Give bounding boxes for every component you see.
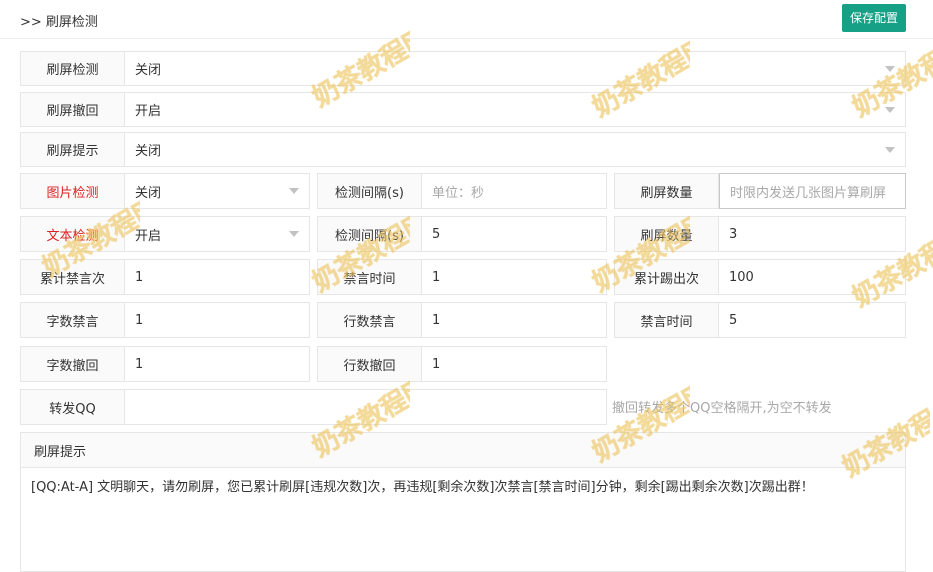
kick-accum-input[interactable]: 100	[719, 260, 905, 294]
mute-time-input[interactable]: 1	[422, 260, 606, 294]
text-interval-input[interactable]: 5	[422, 217, 606, 251]
line-recall-input[interactable]: 1	[422, 347, 606, 381]
image-interval-input[interactable]: 单位：秒	[422, 174, 606, 208]
row-recall: 刷屏撤回 开启	[20, 92, 906, 127]
detect-select[interactable]: 关闭	[125, 52, 905, 85]
prompt-label: 刷屏提示	[21, 133, 125, 166]
page-header: >> 刷屏检测 保存配置	[0, 0, 933, 39]
prompt-text-textarea[interactable]: [QQ:At-A] 文明聊天，请勿刷屏，您已累计刷屏[违规次数]次，再违规[剩余…	[21, 468, 905, 503]
image-detect-label: 图片检测	[21, 174, 125, 208]
row-detect: 刷屏检测 关闭	[20, 51, 906, 86]
save-config-button[interactable]: 保存配置	[842, 4, 906, 32]
char-mute-label: 字数禁言	[21, 303, 125, 337]
chevron-down-icon	[885, 146, 895, 153]
row-text-count: 刷屏数量 3	[614, 216, 906, 252]
row-image-count: 刷屏数量 时限内发送几张图片算刷屏	[614, 173, 906, 209]
forward-qq-hint: 撤回转发多个QQ空格隔开,为空不转发	[612, 401, 832, 416]
chevron-down-icon	[289, 231, 299, 237]
recall-value: 开启	[135, 104, 162, 119]
char-recall-label: 字数撤回	[21, 347, 125, 381]
row-image-interval: 检测间隔(s) 单位：秒	[317, 173, 607, 209]
image-count-input[interactable]: 时限内发送几张图片算刷屏	[719, 173, 906, 209]
image-detect-value: 关闭	[135, 185, 162, 201]
prompt-value: 关闭	[135, 144, 162, 159]
char-mute-input[interactable]: 1	[125, 303, 309, 337]
text-detect-value: 开启	[135, 228, 162, 244]
prompt-select[interactable]: 关闭	[125, 133, 905, 166]
text-detect-label: 文本检测	[21, 217, 125, 251]
forward-qq-input[interactable]	[125, 390, 606, 424]
forward-qq-label: 转发QQ	[21, 390, 125, 424]
kick-accum-label: 累计踢出次	[615, 260, 719, 294]
detect-label: 刷屏检测	[21, 52, 125, 85]
chevron-down-icon	[885, 106, 895, 113]
row-image-detect: 图片检测 关闭	[20, 173, 310, 209]
row-mute-accum: 累计禁言次 1	[20, 259, 310, 295]
image-detect-select[interactable]: 关闭	[125, 174, 309, 208]
image-count-label: 刷屏数量	[615, 174, 719, 208]
prompt-text-title: 刷屏提示	[21, 433, 905, 468]
row-prompt: 刷屏提示 关闭	[20, 132, 906, 167]
text-interval-label: 检测间隔(s)	[318, 217, 422, 251]
row-char-mute: 字数禁言 1	[20, 302, 310, 338]
detect-value: 关闭	[135, 63, 162, 78]
row-text-interval: 检测间隔(s) 5	[317, 216, 607, 252]
row-mute-time-2: 禁言时间 5	[614, 302, 906, 338]
row-forward-qq: 转发QQ	[20, 389, 607, 425]
line-mute-input[interactable]: 1	[422, 303, 606, 337]
chevron-down-icon	[885, 65, 895, 72]
text-count-input[interactable]: 3	[719, 217, 905, 251]
prompt-text-box: 刷屏提示 [QQ:At-A] 文明聊天，请勿刷屏，您已累计刷屏[违规次数]次，再…	[20, 432, 906, 572]
row-char-recall: 字数撤回 1	[20, 346, 310, 382]
row-line-recall: 行数撤回 1	[317, 346, 607, 382]
text-detect-select[interactable]: 开启	[125, 217, 309, 251]
mute-time-2-label: 禁言时间	[615, 303, 719, 337]
line-recall-label: 行数撤回	[318, 347, 422, 381]
row-line-mute: 行数禁言 1	[317, 302, 607, 338]
line-mute-label: 行数禁言	[318, 303, 422, 337]
mute-accum-label: 累计禁言次	[21, 260, 125, 294]
mute-accum-input[interactable]: 1	[125, 260, 309, 294]
mute-time-label: 禁言时间	[318, 260, 422, 294]
text-count-label: 刷屏数量	[615, 217, 719, 251]
page-title: >> 刷屏检测	[20, 15, 98, 30]
row-text-detect: 文本检测 开启	[20, 216, 310, 252]
mute-time-2-input[interactable]: 5	[719, 303, 905, 337]
recall-select[interactable]: 开启	[125, 93, 905, 126]
row-kick-accum: 累计踢出次 100	[614, 259, 906, 295]
row-mute-time: 禁言时间 1	[317, 259, 607, 295]
char-recall-input[interactable]: 1	[125, 347, 309, 381]
recall-label: 刷屏撤回	[21, 93, 125, 126]
chevron-down-icon	[289, 188, 299, 194]
image-interval-label: 检测间隔(s)	[318, 174, 422, 208]
